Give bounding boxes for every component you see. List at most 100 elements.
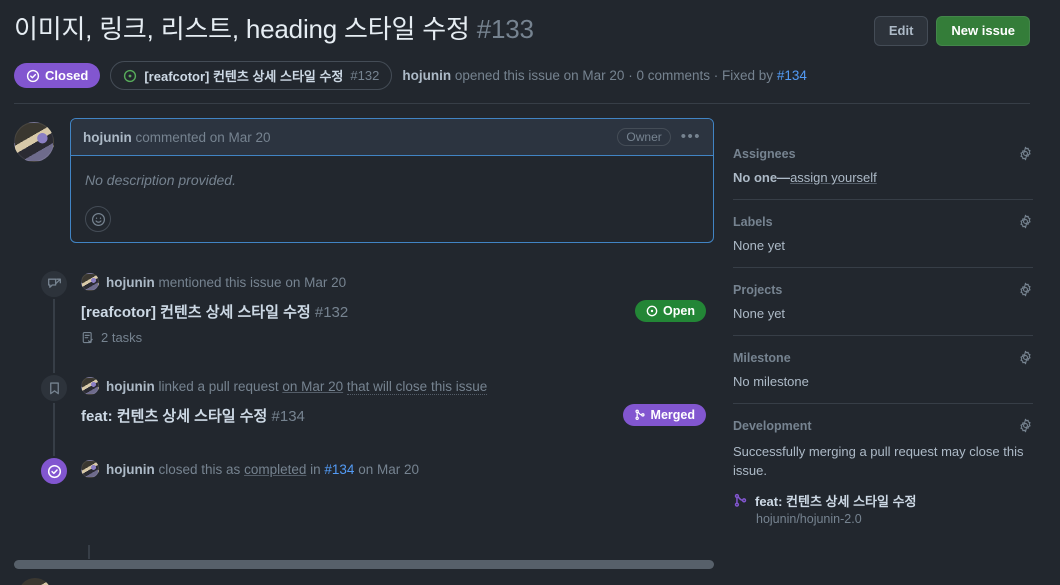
referenced-issue-title-text: [reafcotor] 컨텐츠 상세 스타일 수정 [81,303,311,321]
timeline-item-body: hojunin closed this as completed in #134… [81,456,714,478]
edit-button[interactable]: Edit [873,16,929,46]
sidebar-section-assignees: Assignees No one—assign yourself [733,146,1033,199]
sidebar-section-header: Projects [733,282,1033,297]
gear-icon[interactable] [1018,146,1033,161]
comment-action: commented on Mar 20 [135,129,271,145]
fixed-by-label: Fixed by [722,68,774,83]
comment-author[interactable]: hojunin [83,130,132,145]
gear-icon[interactable] [1018,282,1033,297]
comment-block: hojunin commented on Mar 20 Owner ••• No… [14,118,714,243]
assignees-value: No one—assign yourself [733,170,1033,185]
avatar[interactable] [81,273,99,291]
page-title: 이미지, 링크, 리스트, heading 스타일 수정 #133 [14,12,534,46]
milestone-value: No milestone [733,374,809,389]
sidebar-section-projects: Projects None yet [733,267,1033,335]
development-pr-repo: hojunin/hojunin-2.0 [756,512,862,526]
linked-pr-title-text: feat: 컨텐츠 상세 스타일 수정 [81,407,268,425]
comment-header-actions: Owner ••• [617,128,701,146]
timeline-item-linked-pr: hojunin linked a pull request on Mar 20 … [34,373,714,426]
issue-number: #133 [476,14,534,44]
sidebar-section-labels: Labels None yet [733,199,1033,267]
closing-pr-link[interactable]: #134 [324,462,354,477]
linked-pr-number: #134 [271,407,305,425]
avatar[interactable] [18,578,52,585]
assign-yourself-link[interactable]: assign yourself [790,170,877,185]
sidebar-section-header: Milestone [733,350,1033,365]
referenced-issue-row: [reafcotor] 컨텐츠 상세 스타일 수정 #132 Open [81,300,714,322]
smiley-icon[interactable] [85,206,111,232]
issue-opened-text: opened this issue on Mar 20 [454,68,625,83]
timeline-date-link[interactable]: on Mar 20 [282,379,343,394]
horizontal-scrollbar-thumb[interactable] [14,560,714,569]
parent-issue-chip[interactable]: [reafcotor] 컨텐츠 상세 스타일 수정 #132 [110,61,393,90]
status-badge: Closed [14,63,101,88]
issue-author[interactable]: hojunin [402,68,451,83]
sidebar-section-header: Labels [733,214,1033,229]
completed-link[interactable]: completed [244,462,306,477]
git-merge-icon [733,493,748,508]
tasks-row: 2 tasks [81,330,714,345]
sidebar-section-header: Development [733,418,1033,433]
new-issue-button[interactable]: New issue [936,16,1030,46]
linked-pr-row: feat: 컨텐츠 상세 스타일 수정 #134 Merged [81,404,714,426]
linked-pr-title[interactable]: feat: 컨텐츠 상세 스타일 수정 #134 [81,405,305,426]
timeline-rail-stub [88,545,90,559]
header-divider [14,103,1030,104]
sidebar: Assignees No one—assign yourself Labels [733,146,1033,540]
timeline-actor[interactable]: hojunin [106,462,155,477]
development-pr[interactable]: feat: 컨텐츠 상세 스타일 수정 [733,491,1033,510]
timeline-actor[interactable]: hojunin [106,379,155,394]
assignees-title: Assignees [733,146,796,161]
timeline-item-line: hojunin linked a pull request on Mar 20 … [81,377,714,395]
issue-open-icon [123,69,137,83]
timeline-item-line: hojunin closed this as completed in #134… [81,460,714,478]
cross-reference-icon [39,269,69,299]
status-badge-label: Closed [45,68,89,83]
projects-title: Projects [733,282,783,297]
meta-sep-2: · [713,68,719,83]
timeline-action-text-tail: on Mar 20 [358,461,420,477]
title-actions: Edit New issue [873,16,1030,46]
timeline-actor[interactable]: hojunin [106,275,155,290]
kebab-menu-icon[interactable]: ••• [681,129,701,144]
closed-check-icon [39,456,69,486]
referenced-issue-title[interactable]: [reafcotor] 컨텐츠 상세 스타일 수정 #132 [81,301,348,322]
gear-icon[interactable] [1018,214,1033,229]
gear-icon[interactable] [1018,350,1033,365]
timeline-action-text: linked a pull request [158,378,279,394]
sidebar-section-milestone: Milestone No milestone [733,335,1033,403]
gear-icon[interactable] [1018,418,1033,433]
assignees-none: No one— [733,170,791,185]
check-circle-icon [26,69,40,83]
fixed-by-link[interactable]: #134 [777,68,807,83]
title-row: 이미지, 링크, 리스트, heading 스타일 수정 #133 Edit N… [14,12,1030,46]
avatar[interactable] [81,377,99,395]
status-badge-merged: Merged [622,404,706,426]
sidebar-section-header: Assignees [733,146,1033,161]
development-description: Successfully merging a pull request may … [733,444,1024,478]
timeline-text-mid: in [310,461,321,477]
labels-value: None yet [733,238,786,253]
referenced-issue-number: #132 [314,303,349,321]
timeline: hojunin mentioned this issue on Mar 20 [… [34,269,714,486]
avatar[interactable] [14,122,54,162]
development-pr-title: feat: 컨텐츠 상세 스타일 수정 [755,494,917,509]
comment-text: No description provided. [85,172,236,188]
issue-comment-count: 0 comments [636,68,710,83]
issue-title-text: 이미지, 링크, 리스트, heading 스타일 수정 [14,14,470,44]
comment-card: hojunin commented on Mar 20 Owner ••• No… [70,118,714,243]
timeline-item-mentioned: hojunin mentioned this issue on Mar 20 [… [34,269,714,345]
avatar[interactable] [81,460,99,478]
comment-author-line: hojunin commented on Mar 20 [83,130,271,145]
comment-header: hojunin commented on Mar 20 Owner ••• [71,119,713,156]
comment-body: No description provided. [71,156,713,242]
timeline-item-body: hojunin linked a pull request on Mar 20 … [81,373,714,426]
timeline-item-line: hojunin mentioned this issue on Mar 20 [81,273,714,291]
owner-badge: Owner [617,128,671,146]
issue-meta-text: hojunin opened this issue on Mar 20 · 0 … [402,68,807,83]
issue-meta-row: Closed [reafcotor] 컨텐츠 상세 스타일 수정 #132 ho… [14,61,807,90]
git-merge-icon [634,409,646,421]
milestone-title: Milestone [733,350,791,365]
development-title: Development [733,418,812,433]
bookmark-icon [39,373,69,403]
